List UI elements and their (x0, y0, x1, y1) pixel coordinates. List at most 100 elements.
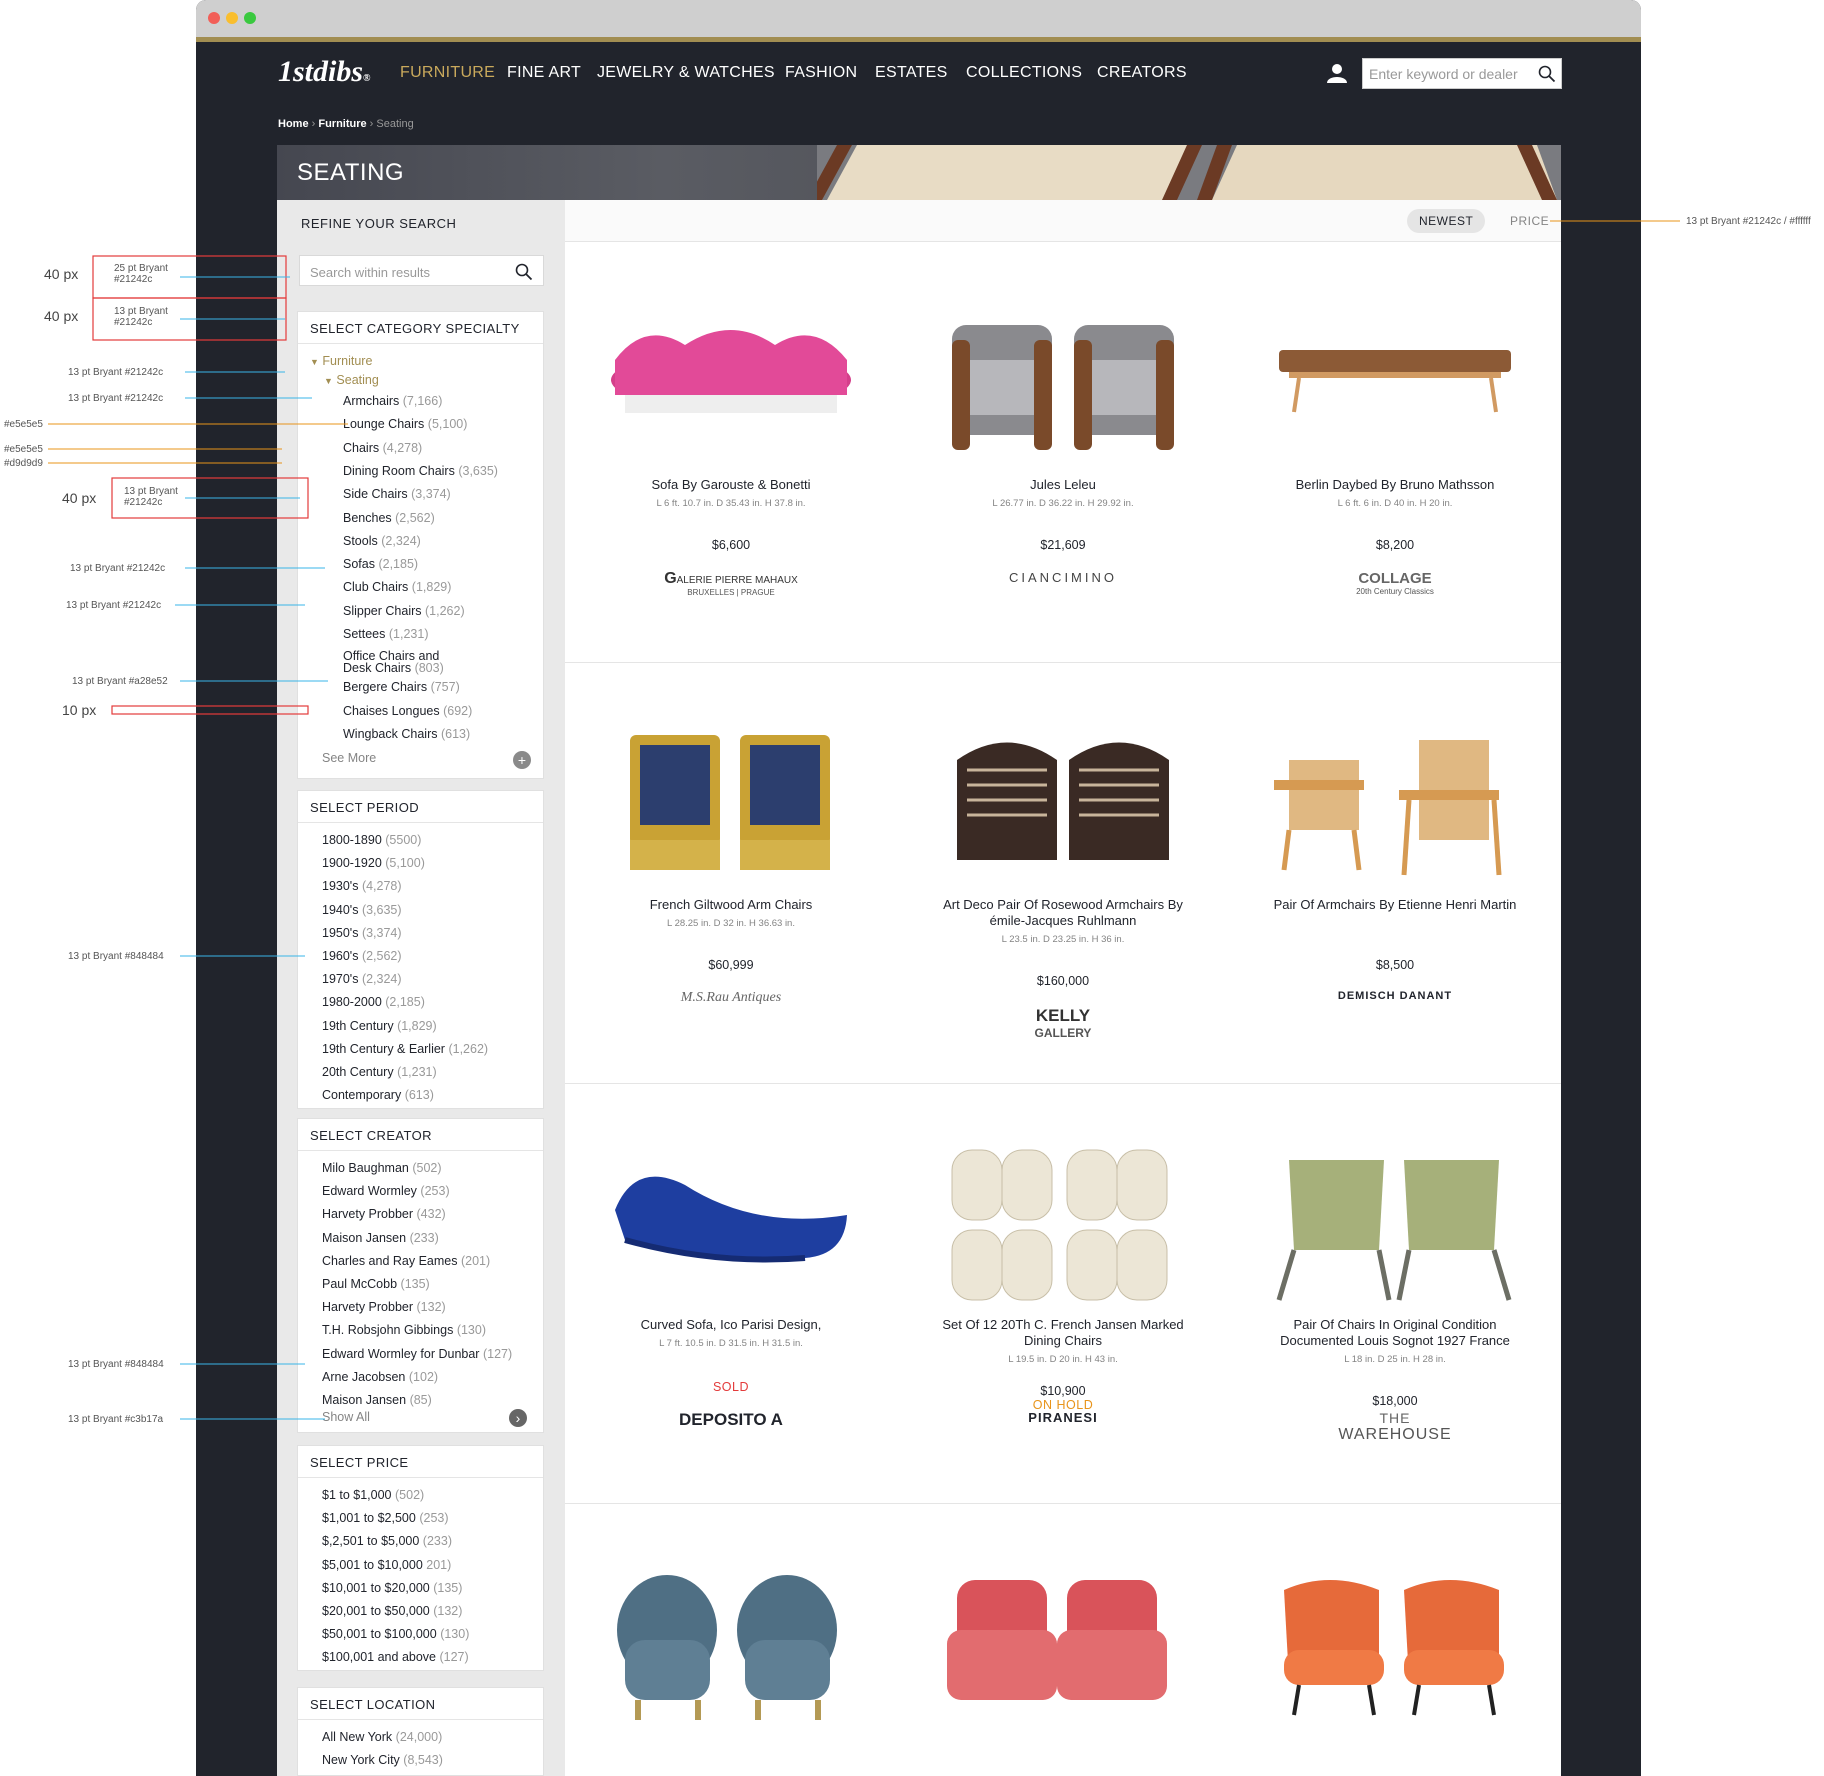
plus-icon[interactable]: + (513, 751, 531, 769)
user-icon[interactable] (1326, 62, 1348, 84)
product-image[interactable] (605, 300, 857, 470)
product-card[interactable]: Pair Of Armchairs By Etienne Henri Marti… (1229, 680, 1561, 1042)
category-item[interactable]: Chaises Longues (692) (343, 704, 472, 718)
product-card[interactable]: Pair Of Chairs In Original Condition Docu… (1229, 1100, 1561, 1462)
product-card[interactable]: Berlin Daybed By Bruno Mathsson L 6 ft. 6… (1229, 260, 1561, 622)
category-item[interactable]: Benches (2,562) (343, 511, 435, 525)
dealer-logo[interactable]: KELLY GALLERY (897, 1006, 1229, 1040)
location-item[interactable]: All New York (24,000) (322, 1730, 442, 1744)
nav-furniture[interactable]: FURNITURE (400, 64, 495, 82)
nav-fashion[interactable]: FASHION (785, 64, 857, 82)
product-card[interactable]: Curved Sofa, Ico Parisi Design, L 7 ft. 1… (565, 1100, 897, 1462)
price-item[interactable]: $1,001 to $2,500 (253) (322, 1511, 449, 1525)
category-parent-furniture[interactable]: ▼ Furniture (310, 354, 372, 368)
category-item[interactable]: Slipper Chairs (1,262) (343, 604, 465, 618)
product-image[interactable] (605, 1140, 857, 1310)
nav-collections[interactable]: COLLECTIONS (966, 64, 1082, 82)
product-image[interactable] (937, 300, 1189, 470)
price-item[interactable]: $1 to $1,000 (502) (322, 1488, 424, 1502)
product-name[interactable]: French Giltwood Arm Chairs (565, 897, 897, 913)
period-item[interactable]: Contemporary (613) (322, 1088, 434, 1102)
dealer-logo[interactable]: THE WAREHOUSE (1229, 1410, 1561, 1444)
creator-item[interactable]: Milo Baughman (502) (322, 1161, 442, 1175)
dealer-logo[interactable]: M.S.Rau Antiques (565, 990, 897, 1006)
period-item[interactable]: 20th Century (1,231) (322, 1065, 437, 1079)
nav-creators[interactable]: CREATORS (1097, 64, 1187, 82)
product-name[interactable]: Jules Leleu (897, 477, 1229, 493)
sort-price-button[interactable]: PRICE (1498, 209, 1561, 233)
creator-item[interactable]: Harvety Probber (432) (322, 1207, 446, 1221)
price-item[interactable]: $20,001 to $50,000 (132) (322, 1604, 462, 1618)
creator-item[interactable]: Edward Wormley for Dunbar (127) (322, 1347, 512, 1361)
price-item[interactable]: $10,001 to $20,000 (135) (322, 1581, 462, 1595)
product-image[interactable] (1269, 720, 1521, 890)
nav-estates[interactable]: ESTATES (875, 64, 948, 82)
creator-item[interactable]: Edward Wormley (253) (322, 1184, 450, 1198)
breadcrumb-home[interactable]: Home (278, 118, 309, 130)
product-name[interactable]: Curved Sofa, Ico Parisi Design, (565, 1317, 897, 1333)
product-image[interactable] (1269, 300, 1521, 470)
period-item[interactable]: 1900-1920 (5,100) (322, 856, 425, 870)
period-item[interactable]: 1940's (3,635) (322, 903, 402, 917)
search-icon[interactable] (1538, 65, 1556, 83)
dealer-logo[interactable]: CIANCIMINO (897, 570, 1229, 585)
category-item[interactable]: Settees (1,231) (343, 627, 428, 641)
category-item[interactable]: Sofas (2,185) (343, 557, 418, 571)
category-child-seating[interactable]: ▼ Seating (324, 373, 379, 387)
product-card[interactable]: Set Of 12 20Th C. French Jansen Marked Di… (897, 1100, 1229, 1462)
category-item[interactable]: Wingback Chairs (613) (343, 727, 470, 741)
nav-jewelry-watches[interactable]: JEWELRY & WATCHES (597, 64, 775, 82)
dealer-logo[interactable]: DEMISCH DANANT (1229, 990, 1561, 1002)
product-card[interactable]: Art Deco Pair Of Rosewood Armchairs By ém… (897, 680, 1229, 1042)
maximize-window-icon[interactable] (244, 12, 256, 24)
product-name[interactable]: Berlin Daybed By Bruno Mathsson (1229, 477, 1561, 493)
category-item[interactable]: Side Chairs (3,374) (343, 487, 451, 501)
period-item[interactable]: 1950's (3,374) (322, 926, 402, 940)
product-name[interactable]: Art Deco Pair Of Rosewood Armchairs By ém… (897, 897, 1229, 929)
category-item[interactable]: Bergere Chairs (757) (343, 680, 460, 694)
price-item[interactable]: $5,001 to $10,000 201) (322, 1558, 451, 1572)
chevron-right-icon[interactable]: › (509, 1409, 527, 1427)
global-search-input[interactable]: Enter keyword or dealer (1362, 58, 1562, 89)
creator-item[interactable]: Arne Jacobsen (102) (322, 1370, 438, 1384)
see-more-link[interactable]: See More (322, 751, 376, 765)
sort-newest-button[interactable]: NEWEST (1407, 209, 1486, 233)
show-all-link[interactable]: Show All (322, 1410, 370, 1424)
product-image[interactable] (937, 1140, 1189, 1310)
creator-item[interactable]: Harvety Probber (132) (322, 1300, 446, 1314)
category-item[interactable]: Armchairs (7,166) (343, 394, 442, 408)
category-item[interactable]: Dining Room Chairs (3,635) (343, 464, 498, 478)
product-name[interactable]: Set Of 12 20Th C. French Jansen Marked Di… (897, 1317, 1229, 1349)
period-item[interactable]: 1960's (2,562) (322, 949, 402, 963)
product-image[interactable] (605, 720, 857, 890)
price-item[interactable]: $,2,501 to $5,000 (233) (322, 1534, 452, 1548)
creator-item[interactable]: Maison Jansen (85) (322, 1393, 432, 1407)
site-logo[interactable]: 1stdibs® (278, 55, 371, 89)
product-card[interactable]: Jules Leleu L 26.77 in. D 36.22 in. H 29.… (897, 260, 1229, 622)
period-item[interactable]: 1980-2000 (2,185) (322, 995, 425, 1009)
creator-item[interactable]: T.H. Robsjohn Gibbings (130) (322, 1323, 486, 1337)
period-item[interactable]: 19th Century (1,829) (322, 1019, 437, 1033)
creator-item[interactable]: Maison Jansen (233) (322, 1231, 439, 1245)
category-item[interactable]: Chairs (4,278) (343, 441, 422, 455)
dealer-logo[interactable]: GALERIE PIERRE MAHAUX BRUXELLES | PRAGUE (565, 570, 897, 597)
period-item[interactable]: 19th Century & Earlier (1,262) (322, 1042, 488, 1056)
period-item[interactable]: 1970's (2,324) (322, 972, 402, 986)
product-image[interactable] (937, 720, 1189, 890)
category-item[interactable]: Office Chairs and Desk Chairs (803) (343, 650, 444, 675)
minimize-window-icon[interactable] (226, 12, 238, 24)
creator-item[interactable]: Charles and Ray Eames (201) (322, 1254, 490, 1268)
location-item[interactable]: New York City (8,543) (322, 1753, 443, 1767)
product-card[interactable]: Sofa By Garouste & Bonetti L 6 ft. 10.7 i… (565, 260, 897, 622)
search-icon[interactable] (515, 263, 533, 281)
product-image[interactable] (1269, 1140, 1521, 1310)
product-card[interactable]: French Giltwood Arm Chairs L 28.25 in. D … (565, 680, 897, 1042)
nav-fine-art[interactable]: FINE ART (507, 64, 581, 82)
dealer-logo[interactable]: PIRANESI (897, 1410, 1229, 1425)
product-name[interactable]: Pair Of Armchairs By Etienne Henri Marti… (1229, 897, 1561, 913)
close-window-icon[interactable] (208, 12, 220, 24)
product-name[interactable]: Sofa By Garouste & Bonetti (565, 477, 897, 493)
price-item[interactable]: $50,001 to $100,000 (130) (322, 1627, 469, 1641)
breadcrumb-furniture[interactable]: Furniture (318, 118, 366, 130)
period-item[interactable]: 1800-1890 (5500) (322, 833, 421, 847)
